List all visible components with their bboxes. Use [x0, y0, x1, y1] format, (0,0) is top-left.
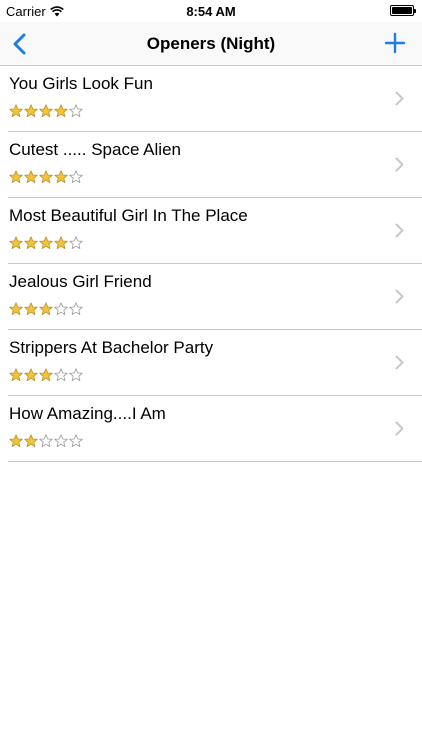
list-item[interactable]: How Amazing....I Am: [0, 396, 422, 462]
list-item[interactable]: Jealous Girl Friend: [0, 264, 422, 330]
chevron-right-icon: [395, 91, 404, 106]
list-item[interactable]: Strippers At Bachelor Party: [0, 330, 422, 396]
list-item-title: You Girls Look Fun: [9, 74, 153, 93]
star-filled-icon: [39, 302, 53, 315]
list-item-title: Most Beautiful Girl In The Place: [9, 206, 248, 225]
star-rating: [9, 236, 83, 250]
star-empty-icon: [69, 434, 83, 447]
star-filled-icon: [24, 236, 38, 249]
page-title: Openers (Night): [146, 34, 276, 53]
star-rating: [9, 170, 83, 184]
list-item[interactable]: You Girls Look Fun: [0, 66, 422, 132]
navigation-bar: Openers (Night): [0, 22, 422, 66]
star-filled-icon: [9, 434, 23, 447]
star-filled-icon: [24, 170, 38, 183]
star-filled-icon: [24, 302, 38, 315]
list-item-title: How Amazing....I Am: [9, 404, 166, 423]
chevron-right-icon: [395, 157, 404, 172]
star-filled-icon: [9, 236, 23, 249]
list-item[interactable]: Cutest ..... Space Alien: [0, 132, 422, 198]
star-filled-icon: [39, 236, 53, 249]
star-filled-icon: [39, 104, 53, 117]
battery-icon: [390, 5, 416, 16]
list-item-title: Strippers At Bachelor Party: [9, 338, 214, 357]
status-time: 8:54 AM: [186, 4, 236, 19]
list-item-title: Jealous Girl Friend: [9, 272, 152, 291]
star-rating: [9, 104, 83, 118]
star-empty-icon: [69, 170, 83, 183]
star-filled-icon: [24, 368, 38, 381]
star-empty-icon: [69, 302, 83, 315]
plus-icon[interactable]: [384, 32, 406, 54]
star-filled-icon: [39, 368, 53, 381]
star-filled-icon: [9, 104, 23, 117]
star-empty-icon: [54, 302, 68, 315]
star-empty-icon: [54, 434, 68, 447]
star-filled-icon: [54, 104, 68, 117]
chevron-right-icon: [395, 421, 404, 436]
list-item[interactable]: Most Beautiful Girl In The Place: [0, 198, 422, 264]
star-filled-icon: [9, 302, 23, 315]
list-item-title: Cutest ..... Space Alien: [9, 140, 181, 159]
star-filled-icon: [9, 170, 23, 183]
star-empty-icon: [69, 104, 83, 117]
star-filled-icon: [54, 170, 68, 183]
openers-list: You Girls Look Fun Cutest ..... Space Ali…: [0, 66, 422, 462]
star-rating: [9, 368, 83, 382]
star-empty-icon: [39, 434, 53, 447]
status-bar: Carrier 8:54 AM: [0, 0, 422, 22]
star-rating: [9, 302, 83, 316]
chevron-right-icon: [395, 289, 404, 304]
star-empty-icon: [54, 368, 68, 381]
chevron-right-icon: [395, 223, 404, 238]
star-filled-icon: [9, 368, 23, 381]
star-empty-icon: [69, 368, 83, 381]
star-filled-icon: [24, 434, 38, 447]
star-filled-icon: [54, 236, 68, 249]
star-rating: [9, 434, 83, 448]
star-empty-icon: [69, 236, 83, 249]
star-filled-icon: [39, 170, 53, 183]
star-filled-icon: [24, 104, 38, 117]
chevron-right-icon: [395, 355, 404, 370]
